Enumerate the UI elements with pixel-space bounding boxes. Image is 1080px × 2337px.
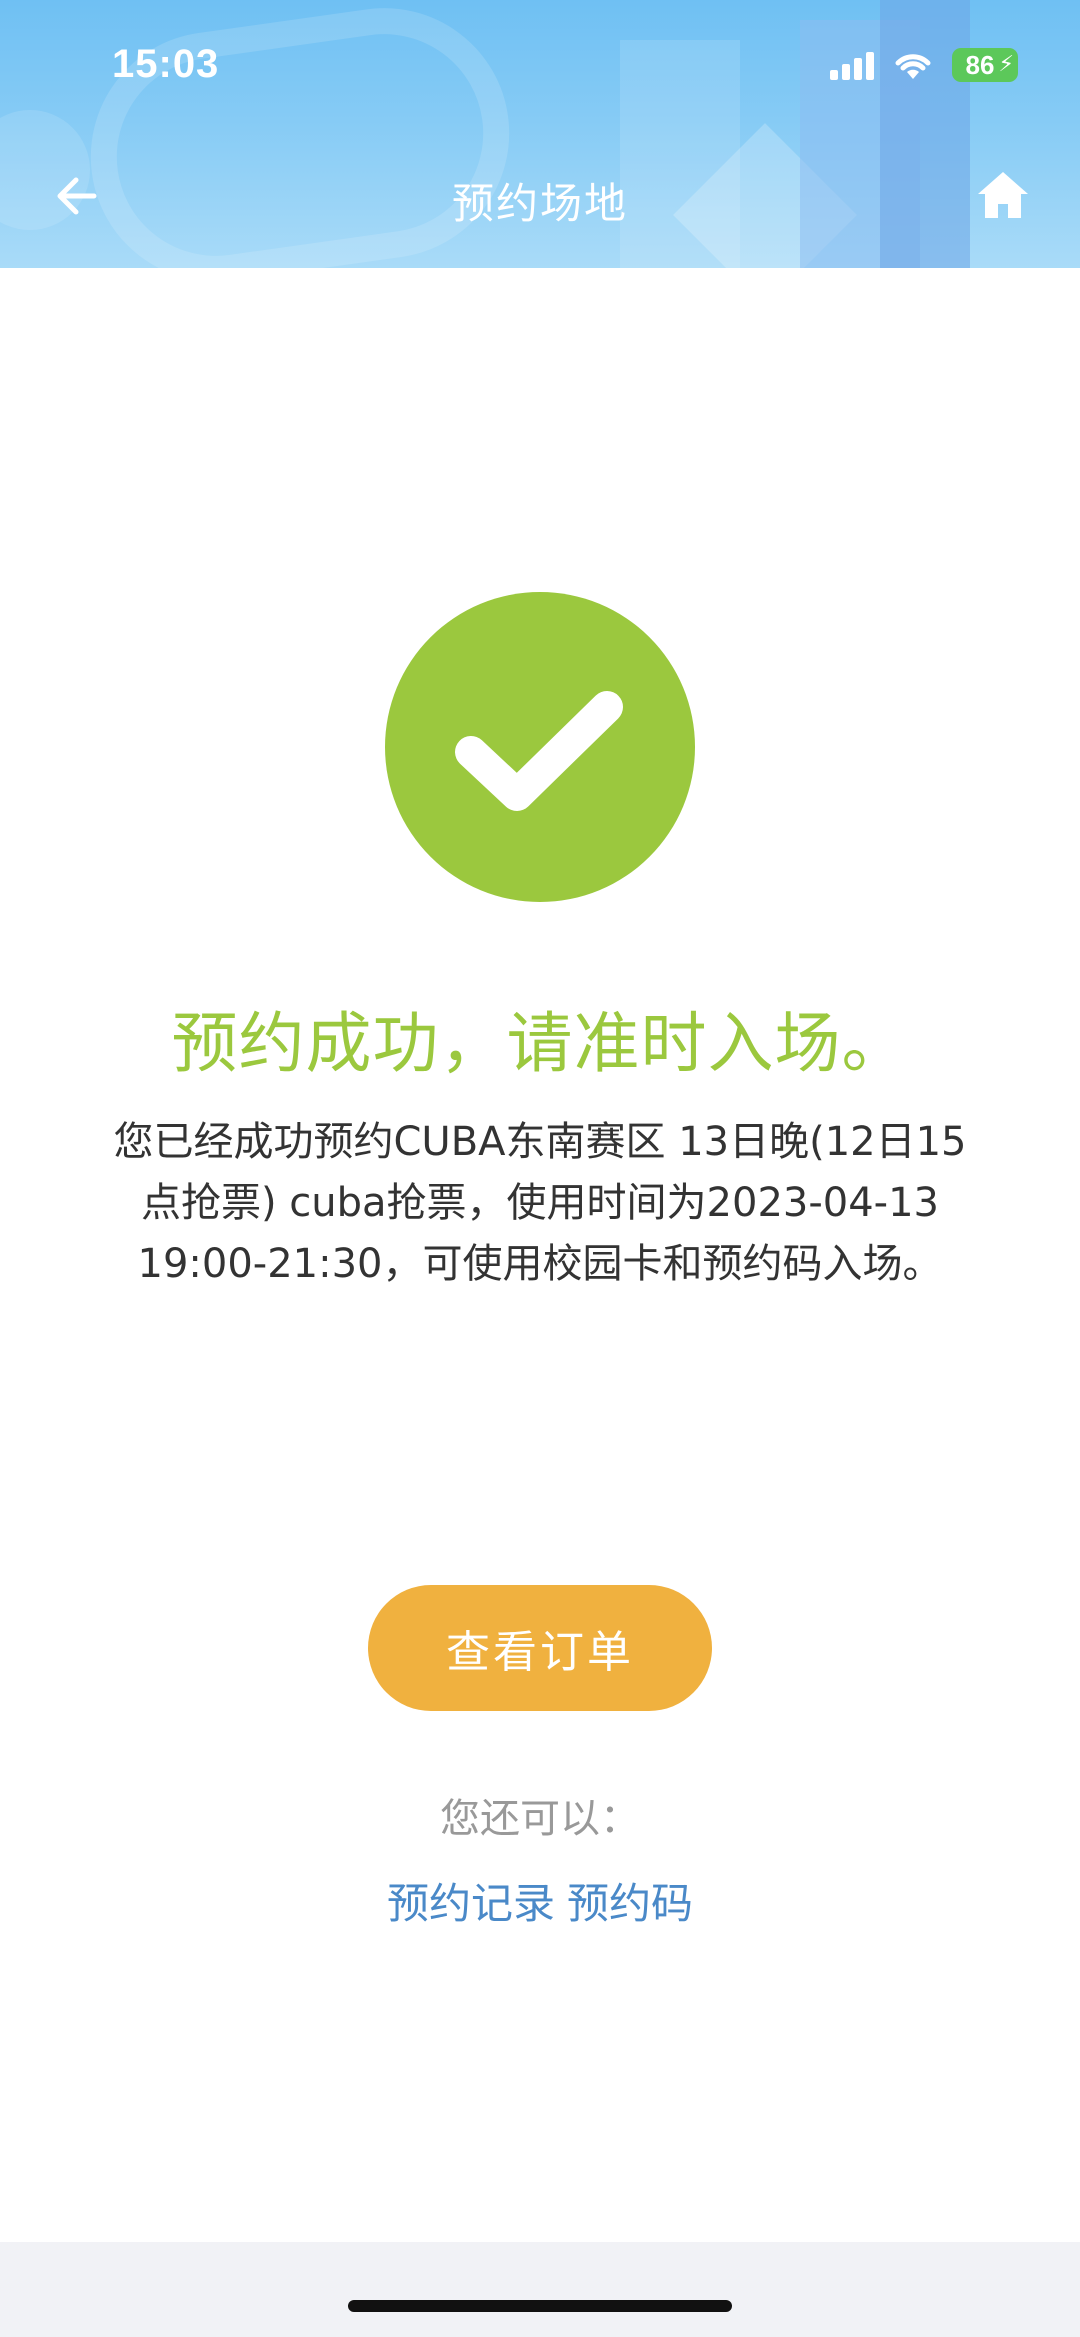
- battery-indicator: 86 ⚡: [952, 48, 1018, 82]
- also-label: 您还可以：: [440, 1796, 640, 1842]
- quick-links: 预约记录 预约码: [0, 1870, 1080, 1931]
- page-title: 预约场地: [451, 179, 628, 228]
- charging-icon: ⚡: [998, 52, 1014, 77]
- home-icon[interactable]: [974, 166, 1032, 224]
- status-time: 15:03: [112, 42, 220, 86]
- bottom-bar: [0, 2242, 1080, 2337]
- success-title: 预约成功，请准时入场。: [171, 1005, 909, 1082]
- header-bar: 15:03 86 ⚡ 预约场地: [0, 0, 1080, 268]
- view-order-button[interactable]: 查看订单: [368, 1585, 712, 1711]
- booking-code-link[interactable]: 预约码: [567, 1879, 693, 1928]
- signal-icon: [830, 50, 874, 80]
- check-circle-icon: [385, 592, 695, 902]
- home-indicator[interactable]: [348, 2300, 732, 2312]
- booking-message: 您已经成功预约CUBA东南赛区 13日晚(12日15点抢票) cuba抢票，使用…: [113, 1119, 967, 1287]
- booking-records-link[interactable]: 预约记录: [387, 1879, 555, 1928]
- wifi-icon: [895, 54, 931, 79]
- status-icons: 86 ⚡: [830, 48, 1018, 82]
